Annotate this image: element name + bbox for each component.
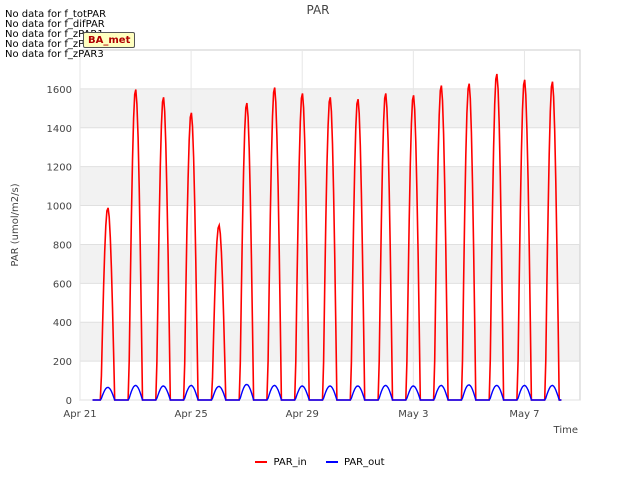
y-tick-label: 600 — [53, 279, 72, 290]
band — [80, 322, 580, 362]
x-tick-label: Apr 21 — [63, 409, 96, 420]
y-tick-label: 400 — [53, 318, 72, 329]
legend-swatch-par-out — [325, 461, 338, 463]
band — [80, 244, 580, 284]
y-tick-label: 1200 — [47, 163, 72, 174]
band — [80, 88, 580, 128]
y-tick-label: 800 — [53, 240, 72, 251]
x-tick-label: Apr 29 — [286, 409, 319, 420]
legend: PAR_in PAR_out — [0, 455, 640, 468]
series-line-par-out — [92, 383, 562, 401]
x-tick-label: May 7 — [509, 409, 539, 420]
x-tick-label: Apr 25 — [175, 409, 208, 420]
background-bands — [80, 88, 580, 362]
y-tick-label: 1000 — [47, 202, 72, 213]
x-axis-label: Time — [553, 425, 578, 436]
band — [80, 166, 580, 206]
par-chart: PAR 0 200 400 600 800 1000 1200 1400 1600 Apr 21… — [10, 3, 581, 436]
legend-label-par-in: PAR_in — [273, 456, 307, 468]
y-tick-label: 1600 — [47, 85, 72, 96]
y-tick-label: 1400 — [47, 124, 72, 135]
legend-label-par-out: PAR_out — [343, 456, 385, 468]
site-badge: BA_met — [83, 32, 135, 48]
chart-title: PAR — [306, 3, 329, 17]
legend-item-par-out: PAR_out — [325, 456, 385, 468]
y-tick-label: 200 — [53, 357, 72, 368]
y-axis-label: PAR (umol/m2/s) — [10, 183, 21, 266]
legend-swatch-par-in — [255, 461, 268, 463]
y-tick-label: 0 — [66, 396, 72, 407]
legend-item-par-in: PAR_in — [255, 456, 307, 468]
no-data-note-5: No data for f_zPAR3 — [5, 49, 104, 60]
x-tick-label: May 3 — [398, 409, 428, 420]
